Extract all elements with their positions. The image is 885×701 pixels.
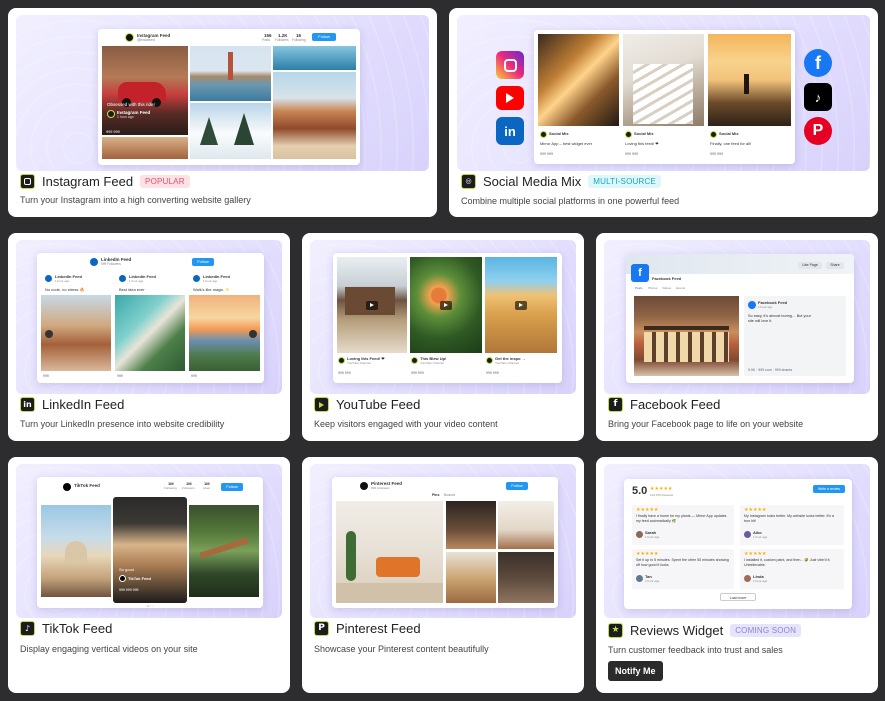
card-description: Bring your Facebook page to life on your…	[608, 419, 804, 429]
tiktok-follow-button[interactable]: Follow	[221, 483, 243, 491]
card-title: TikTok Feed	[42, 621, 113, 636]
social-mix-mock-widget: Social Mix Mirror App – best widget ever…	[534, 30, 795, 164]
load-more-button[interactable]: Load more	[720, 593, 756, 601]
instagram-post-car: Obsessed with this ride! Instagram Feed …	[102, 46, 188, 135]
youtube-mock-widget: Loving this Feed! ❤ YouTube Channel 999 …	[333, 253, 562, 383]
instagram-post-desert	[273, 72, 356, 159]
facebook-feed-card[interactable]: f Facebook Feed Like Page Share Posts Ph…	[596, 233, 878, 441]
card-description: Turn customer feedback into trust and sa…	[608, 645, 783, 655]
linkedin-icon: in	[496, 117, 524, 145]
pinterest-icon: P	[804, 117, 832, 145]
carousel-next-icon[interactable]	[249, 330, 257, 338]
linkedin-mock-widget: LinkedIn Feed 999 Followers Follow Linke…	[37, 253, 264, 383]
instagram-follow-button[interactable]: Follow	[312, 33, 336, 41]
pinterest-preview: Pinterest Feed 999 Followers Follow Pins…	[310, 464, 576, 618]
youtube-icon	[496, 86, 524, 110]
youtube-feed-card[interactable]: Loving this Feed! ❤ YouTube Channel 999 …	[302, 233, 584, 441]
card-title: Pinterest Feed	[336, 621, 421, 636]
card-title: LinkedIn Feed	[42, 397, 125, 412]
tiktok-mock-widget: TikTok Feed 1M Following 1M Followers 1M…	[37, 477, 263, 608]
carousel-prev-icon[interactable]	[45, 330, 53, 338]
youtube-icon	[314, 397, 329, 412]
card-title: Reviews Widget	[630, 623, 724, 638]
social-mix-icon: ◎	[461, 174, 476, 189]
social-media-mix-card[interactable]: in f ♪ P Social Mix Mirror App – best wi…	[449, 8, 878, 217]
card-description: Keep visitors engaged with your video co…	[314, 419, 498, 429]
popular-badge: POPULAR	[140, 175, 190, 188]
card-description: Turn your Instagram into a high converti…	[20, 195, 251, 205]
pinterest-icon: P	[314, 621, 329, 636]
instagram-post-venice	[190, 46, 271, 101]
instagram-feed-card[interactable]: Instagram Feed @instafeed 156 Posts 1.2K…	[8, 8, 437, 217]
card-description: Showcase your Pinterest content beautifu…	[314, 644, 489, 654]
youtube-preview: Loving this Feed! ❤ YouTube Channel 999 …	[310, 240, 576, 394]
card-title: Facebook Feed	[630, 397, 721, 412]
instagram-post-snow	[190, 103, 271, 159]
card-description: Display engaging vertical videos on your…	[20, 644, 198, 654]
pinterest-feed-card[interactable]: Pinterest Feed 999 Followers Follow Pins…	[302, 457, 584, 693]
multi-source-badge: MULTI-SOURCE	[588, 175, 661, 188]
like-page-button[interactable]: Like Page	[798, 262, 822, 269]
facebook-icon: f	[804, 49, 832, 77]
card-description: Combine multiple social platforms in one…	[461, 196, 680, 206]
tiktok-feed-card[interactable]: TikTok Feed 1M Following 1M Followers 1M…	[8, 457, 290, 693]
tiktok-icon: ♪	[804, 83, 832, 111]
linkedin-icon: in	[20, 397, 35, 412]
instagram-mock-widget: Instagram Feed @instafeed 156 Posts 1.2K…	[98, 29, 360, 165]
star-icon: ★	[608, 623, 623, 638]
facebook-icon: f	[631, 264, 649, 282]
linkedin-follow-button[interactable]: Follow	[192, 258, 214, 266]
write-review-button[interactable]: Write a review	[813, 485, 845, 493]
reviews-mock-widget: 5.0 ★★★★★ 123,079 Reviews Write a review…	[624, 479, 852, 609]
social-mix-preview: in f ♪ P Social Mix Mirror App – best wi…	[457, 15, 870, 171]
card-title: Instagram Feed	[42, 174, 134, 189]
pinterest-mock-widget: Pinterest Feed 999 Followers Follow Pins…	[332, 477, 558, 608]
facebook-icon: f	[608, 397, 623, 412]
facebook-mock-widget: f Facebook Feed Like Page Share Posts Ph…	[626, 254, 854, 383]
tiktok-preview: TikTok Feed 1M Following 1M Followers 1M…	[16, 464, 282, 618]
card-title: YouTube Feed	[336, 397, 421, 412]
card-title: Social Media Mix	[483, 174, 582, 189]
coming-soon-badge: COMING SOON	[730, 624, 802, 637]
card-description: Turn your LinkedIn presence into website…	[20, 419, 225, 429]
reviews-widget-card[interactable]: 5.0 ★★★★★ 123,079 Reviews Write a review…	[596, 457, 878, 693]
share-button[interactable]: Share	[826, 262, 844, 269]
pinterest-follow-button[interactable]: Follow	[506, 482, 528, 490]
facebook-preview: f Facebook Feed Like Page Share Posts Ph…	[604, 240, 870, 394]
instagram-preview: Instagram Feed @instafeed 156 Posts 1.2K…	[16, 15, 429, 171]
tiktok-icon: ♪	[20, 621, 35, 636]
reviews-preview: 5.0 ★★★★★ 123,079 Reviews Write a review…	[604, 464, 870, 618]
instagram-icon	[20, 174, 35, 189]
notify-me-button[interactable]: Notify Me	[608, 661, 663, 681]
instagram-icon	[496, 51, 524, 79]
instagram-post-ocean	[273, 46, 356, 70]
linkedin-feed-card[interactable]: LinkedIn Feed 999 Followers Follow Linke…	[8, 233, 290, 441]
linkedin-preview: LinkedIn Feed 999 Followers Follow Linke…	[16, 240, 282, 394]
